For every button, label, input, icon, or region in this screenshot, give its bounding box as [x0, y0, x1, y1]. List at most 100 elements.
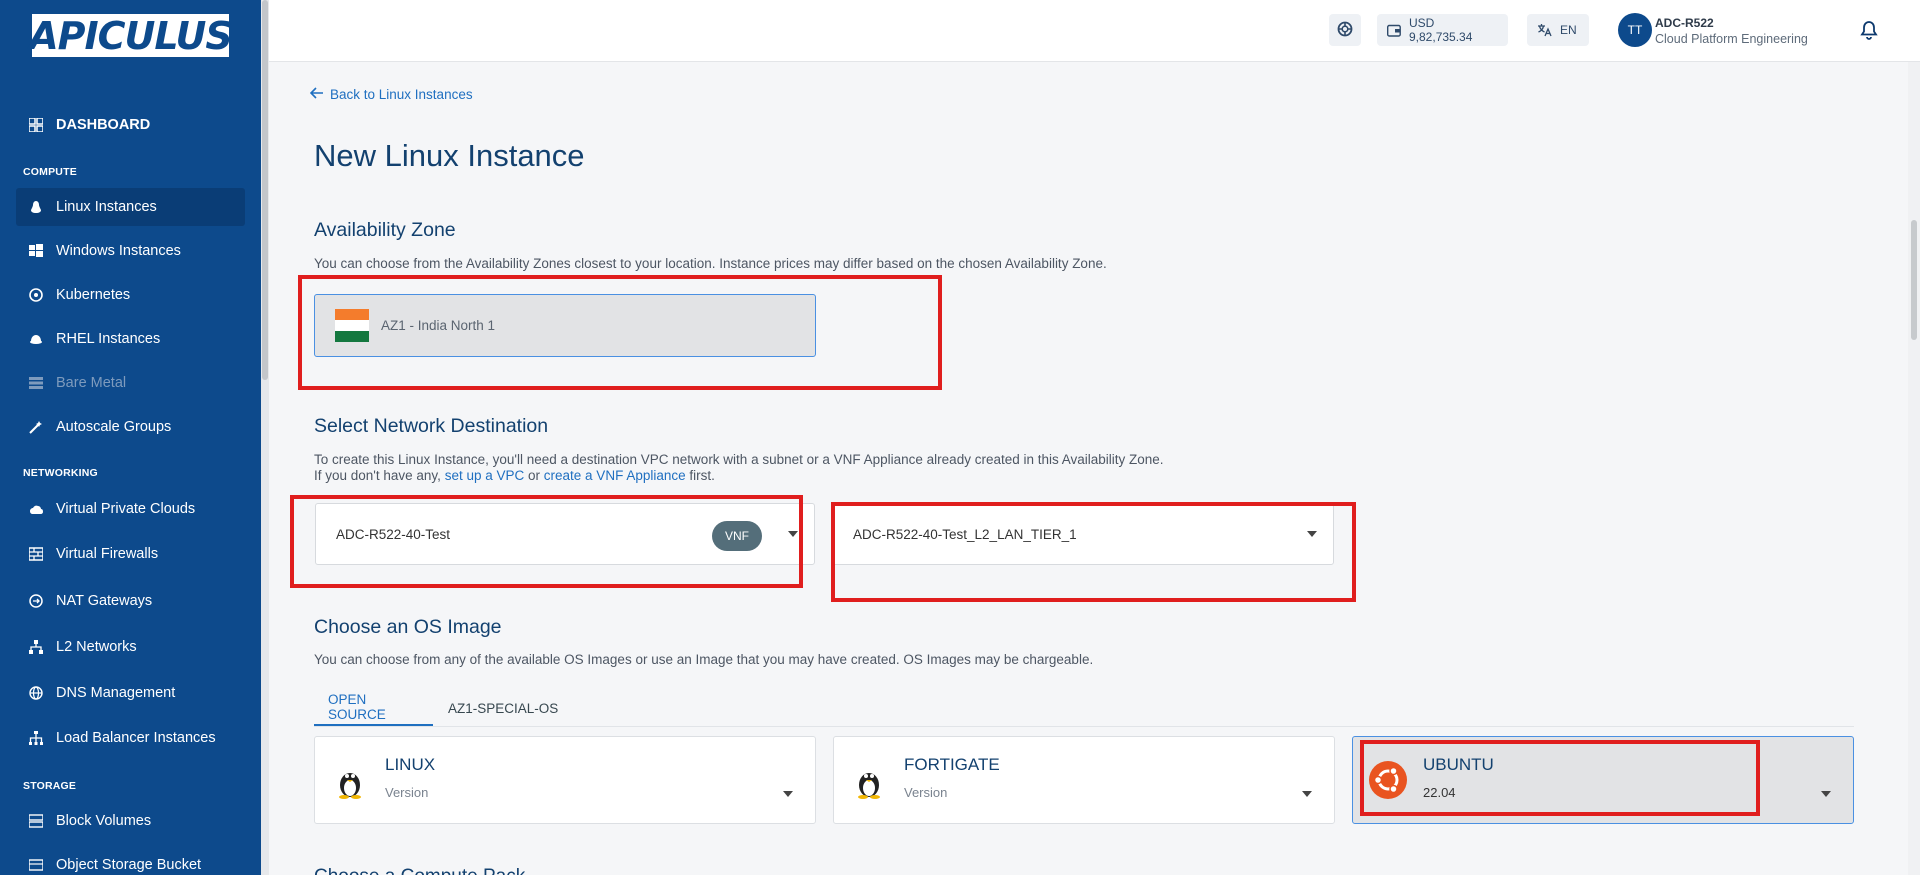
network-description-links: If you don't have any, set up a VPC or c… — [314, 468, 715, 483]
sidebar-item-rhel-instances[interactable]: RHEL Instances — [16, 320, 245, 358]
sidebar-item-virtual-firewalls[interactable]: Virtual Firewalls — [16, 535, 245, 573]
translate-icon — [1537, 23, 1552, 37]
tab-open-source[interactable]: OPEN SOURCE — [314, 690, 433, 726]
subnet-select[interactable]: ADC-R522-40-Test_L2_LAN_TIER_1 — [832, 503, 1334, 565]
vnf-badge: VNF — [712, 521, 762, 551]
tabs-divider — [314, 726, 1854, 727]
set-up-vpc-link[interactable]: set up a VPC — [445, 468, 525, 483]
lifebuoy-icon — [1337, 21, 1353, 40]
kubernetes-icon — [28, 287, 44, 303]
sidebar-item-label: Load Balancer Instances — [56, 730, 216, 746]
sidebar-item-label: Kubernetes — [56, 287, 131, 303]
wallet-balance-button[interactable]: USD 9,82,735.34 — [1377, 14, 1508, 46]
sidebar-item-windows-instances[interactable]: Windows Instances — [16, 232, 245, 270]
avatar[interactable]: TT — [1618, 13, 1652, 47]
os-image-description: You can choose from any of the available… — [314, 652, 1094, 667]
load-balancer-icon — [28, 730, 44, 746]
chevron-down-icon[interactable] — [1821, 791, 1831, 797]
globe-icon — [28, 685, 44, 701]
os-card-fortigate[interactable]: FORTIGATE Version — [833, 736, 1335, 824]
sidebar-item-label: Autoscale Groups — [56, 419, 172, 435]
os-name: FORTIGATE — [904, 755, 1000, 774]
sidebar-item-dns-management[interactable]: DNS Management — [16, 674, 245, 712]
user-organization: Cloud Platform Engineering — [1655, 32, 1808, 46]
sidebar-item-block-volumes[interactable]: Block Volumes — [16, 802, 245, 840]
os-name: UBUNTU — [1423, 755, 1494, 774]
os-card-linux[interactable]: LINUX Version — [314, 736, 816, 824]
section-compute: COMPUTE — [23, 166, 77, 178]
availability-zone-label: AZ1 - India North 1 — [381, 318, 496, 333]
section-networking: NETWORKING — [23, 467, 98, 479]
language-button[interactable]: EN — [1527, 14, 1589, 46]
compute-pack-title: Choose a Compute Pack — [314, 866, 525, 875]
chevron-down-icon — [1307, 531, 1317, 537]
sidebar-scrollbar[interactable] — [261, 0, 269, 875]
availability-zone-title: Availability Zone — [314, 219, 456, 241]
section-storage: STORAGE — [23, 780, 77, 792]
create-vnf-appliance-link[interactable]: create a VNF Appliance — [544, 468, 686, 483]
firewall-icon — [28, 546, 44, 562]
sidebar-item-label: Block Volumes — [56, 813, 152, 829]
network-destination-select[interactable]: ADC-R522-40-Test VNF — [315, 503, 815, 565]
network-destination-value: ADC-R522-40-Test — [336, 526, 451, 542]
sidebar-item-label: DNS Management — [56, 685, 176, 701]
os-image-tabs: OPEN SOURCE AZ1-SPECIAL-OS — [314, 690, 1854, 726]
support-button[interactable] — [1329, 14, 1361, 46]
chevron-down-icon[interactable] — [1302, 791, 1312, 797]
ubuntu-logo-icon — [1369, 761, 1407, 799]
server-icon — [28, 375, 44, 391]
back-to-linux-instances-link[interactable]: Back to Linux Instances — [309, 87, 473, 102]
network-description: To create this Linux Instance, you'll ne… — [314, 452, 1164, 467]
rhel-icon — [28, 331, 44, 347]
logo-text: APICULUS — [29, 13, 233, 58]
network-destination-title: Select Network Destination — [314, 415, 549, 437]
os-version[interactable]: Version — [385, 785, 428, 800]
sidebar-item-label: DASHBOARD — [56, 117, 151, 133]
tab-az1-special-os[interactable]: AZ1-SPECIAL-OS — [448, 690, 558, 726]
sidebar-item-linux-instances[interactable]: Linux Instances — [16, 188, 245, 226]
main-scrollbar[interactable] — [1908, 62, 1920, 875]
subnet-value: ADC-R522-40-Test_L2_LAN_TIER_1 — [853, 526, 1077, 542]
sidebar-item-l2-networks[interactable]: L2 Networks — [16, 628, 245, 666]
sidebar-item-virtual-private-clouds[interactable]: Virtual Private Clouds — [16, 490, 245, 528]
sidebar-item-object-storage-bucket[interactable]: Object Storage Bucket — [16, 846, 245, 875]
cloud-icon — [28, 501, 44, 517]
availability-zone-card-az1[interactable]: AZ1 - India North 1 — [314, 294, 816, 357]
wallet-icon — [1387, 24, 1401, 37]
sidebar-item-label: NAT Gateways — [56, 593, 153, 609]
tux-penguin-icon — [335, 765, 365, 799]
linux-icon — [28, 199, 44, 215]
sidebar-item-label: RHEL Instances — [56, 331, 161, 347]
block-volume-icon — [28, 813, 44, 829]
sidebar-item-label: Windows Instances — [56, 243, 181, 259]
tux-penguin-icon — [854, 765, 884, 799]
language-text: EN — [1560, 23, 1577, 37]
os-version[interactable]: 22.04 — [1423, 785, 1456, 800]
sidebar: APICULUS DASHBOARD COMPUTE Linux Instanc… — [0, 0, 261, 875]
avatar-initials: TT — [1627, 23, 1643, 37]
sidebar-item-kubernetes[interactable]: Kubernetes — [16, 276, 245, 314]
windows-icon — [28, 243, 44, 259]
availability-zone-description: You can choose from the Availability Zon… — [314, 256, 1107, 271]
os-image-title: Choose an OS Image — [314, 616, 502, 638]
os-card-ubuntu[interactable]: UBUNTU 22.04 — [1352, 736, 1854, 824]
chevron-down-icon — [788, 531, 798, 537]
sidebar-item-label: Virtual Private Clouds — [56, 501, 196, 517]
apiculus-logo[interactable]: APICULUS — [29, 13, 233, 58]
sidebar-item-load-balancer-instances[interactable]: Load Balancer Instances — [16, 719, 245, 757]
sidebar-item-label: Virtual Firewalls — [56, 546, 159, 562]
page-title: New Linux Instance — [314, 138, 585, 173]
sidebar-item-label: Bare Metal — [56, 375, 127, 391]
sidebar-item-nat-gateways[interactable]: NAT Gateways — [16, 582, 245, 620]
arrow-left-icon — [309, 87, 324, 102]
sidebar-item-bare-metal[interactable]: Bare Metal — [16, 364, 245, 402]
bell-icon[interactable] — [1860, 20, 1878, 45]
user-name[interactable]: ADC-R522 — [1655, 16, 1714, 30]
os-version[interactable]: Version — [904, 785, 947, 800]
nat-icon — [28, 593, 44, 609]
chevron-down-icon[interactable] — [783, 791, 793, 797]
india-flag-icon — [335, 308, 369, 343]
sidebar-item-dashboard[interactable]: DASHBOARD — [16, 106, 245, 144]
dashboard-icon — [28, 117, 44, 133]
sidebar-item-autoscale-groups[interactable]: Autoscale Groups — [16, 408, 245, 446]
